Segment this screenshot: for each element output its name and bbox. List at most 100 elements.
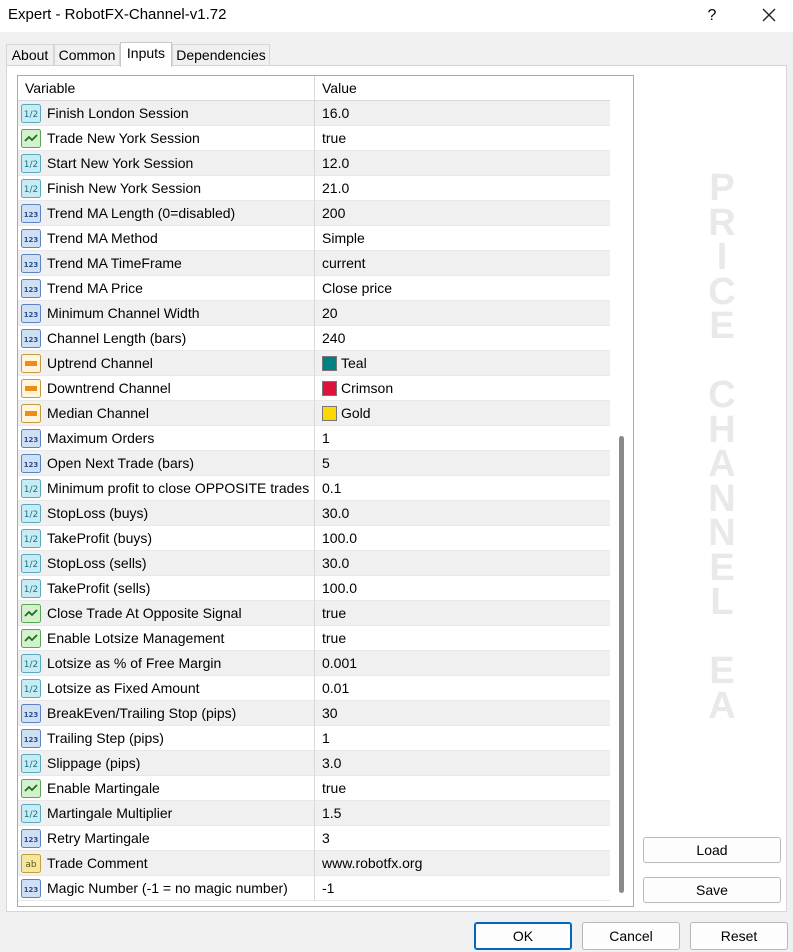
table-row[interactable]: 123 Trend MA Price Close price [18,276,610,301]
variable-value[interactable]: 1 [322,426,330,451]
cancel-button[interactable]: Cancel [582,922,680,950]
variable-name: TakeProfit (sells) [47,580,151,596]
grid-header: Variable Value [18,76,610,101]
variable-name: TakeProfit (buys) [47,530,153,546]
table-row[interactable]: 1/2 Lotsize as % of Free Margin 0.001 [18,651,610,676]
variable-value[interactable]: 0.001 [322,651,357,676]
table-row[interactable]: 1/2 TakeProfit (sells) 100.0 [18,576,610,601]
variable-name: StopLoss (sells) [47,555,147,571]
integer-type-icon: 123 [21,329,41,348]
table-row[interactable]: 1/2 Start New York Session 12.0 [18,151,610,176]
table-row[interactable]: 1/2 StopLoss (sells) 30.0 [18,551,610,576]
variable-value[interactable]: 3 [322,826,330,851]
variable-value[interactable]: 0.01 [322,676,349,701]
integer-type-icon: 123 [21,454,41,473]
variable-value[interactable]: Close price [322,276,392,301]
variable-value[interactable]: true [322,601,346,626]
variable-value[interactable]: 1.5 [322,801,341,826]
tab-dependencies[interactable]: Dependencies [172,44,270,66]
variable-value[interactable]: Gold [341,401,371,426]
variable-value[interactable]: Crimson [341,376,393,401]
integer-type-icon: 123 [21,304,41,323]
table-row[interactable]: 123 Trend MA Method Simple [18,226,610,251]
close-button[interactable] [756,4,782,28]
column-header-value[interactable]: Value [315,76,610,101]
variable-value[interactable]: 240 [322,326,345,351]
table-row[interactable]: 1/2 Finish New York Session 21.0 [18,176,610,201]
table-row[interactable]: Close Trade At Opposite Signal true [18,601,610,626]
table-row[interactable]: 123 BreakEven/Trailing Stop (pips) 30 [18,701,610,726]
svg-text:123: 123 [24,711,39,719]
variable-value[interactable]: -1 [322,876,334,901]
table-row[interactable]: 1/2 Slippage (pips) 3.0 [18,751,610,776]
vertical-scrollbar[interactable] [612,76,633,906]
table-row[interactable]: Enable Martingale true [18,776,610,801]
double-type-icon: 1/2 [21,154,41,173]
table-row[interactable]: 123 Minimum Channel Width 20 [18,301,610,326]
table-row[interactable]: Uptrend Channel Teal [18,351,610,376]
boolean-type-icon [21,129,41,148]
column-divider [314,101,315,126]
table-row[interactable]: Trade New York Session true [18,126,610,151]
table-row[interactable]: 123 Channel Length (bars) 240 [18,326,610,351]
table-row[interactable]: 1/2 Minimum profit to close OPPOSITE trad… [18,476,610,501]
variable-value[interactable]: 30.0 [322,551,349,576]
variable-value[interactable]: 16.0 [322,101,349,126]
variable-value[interactable]: current [322,251,366,276]
variable-value[interactable]: Simple [322,226,365,251]
table-row[interactable]: 123 Maximum Orders 1 [18,426,610,451]
table-row[interactable]: 1/2 StopLoss (buys) 30.0 [18,501,610,526]
integer-type-icon: 123 [21,229,41,248]
variable-value[interactable]: 0.1 [322,476,341,501]
ok-button[interactable]: OK [474,922,572,950]
variable-value[interactable]: true [322,776,346,801]
table-row[interactable]: Median Channel Gold [18,401,610,426]
table-row[interactable]: 1/2 Lotsize as Fixed Amount 0.01 [18,676,610,701]
column-header-variable[interactable]: Variable [18,76,315,101]
tab-inputs[interactable]: Inputs [120,42,172,67]
scrollbar-thumb[interactable] [619,436,624,893]
variable-value[interactable]: true [322,626,346,651]
variable-value[interactable]: true [322,126,346,151]
save-button[interactable]: Save [643,877,781,903]
table-row[interactable]: 1/2 Finish London Session 16.0 [18,101,610,126]
tab-common[interactable]: Common [54,44,120,66]
variable-value[interactable]: 12.0 [322,151,349,176]
variable-value[interactable]: 30.0 [322,501,349,526]
table-row[interactable]: Enable Lotsize Management true [18,626,610,651]
reset-button[interactable]: Reset [690,922,788,950]
column-divider [314,376,315,401]
variable-value[interactable]: 200 [322,201,345,226]
variable-value[interactable]: 5 [322,451,330,476]
variable-value[interactable]: 3.0 [322,751,341,776]
color-swatch[interactable] [322,406,337,421]
table-row[interactable]: 123 Magic Number (-1 = no magic number) -1 [18,876,610,901]
variable-value[interactable]: 30 [322,701,338,726]
variable-value[interactable]: 100.0 [322,576,357,601]
column-divider [314,626,315,651]
table-row[interactable]: Downtrend Channel Crimson [18,376,610,401]
load-button[interactable]: Load [643,837,781,863]
tab-about[interactable]: About [6,44,54,66]
table-row[interactable]: 1/2 TakeProfit (buys) 100.0 [18,526,610,551]
variable-value[interactable]: 1 [322,726,330,751]
double-type-icon: 1/2 [21,479,41,498]
table-row[interactable]: 123 Trailing Step (pips) 1 [18,726,610,751]
table-row[interactable]: ab Trade Comment www.robotfx.org [18,851,610,876]
help-button[interactable]: ? [700,4,724,28]
table-row[interactable]: 123 Open Next Trade (bars) 5 [18,451,610,476]
variable-value[interactable]: Teal [341,351,367,376]
variable-name: Finish London Session [47,105,189,121]
table-row[interactable]: 123 Trend MA Length (0=disabled) 200 [18,201,610,226]
table-row[interactable]: 1/2 Martingale Multiplier 1.5 [18,801,610,826]
variable-value[interactable]: 100.0 [322,526,357,551]
variable-value[interactable]: www.robotfx.org [322,851,422,876]
variable-value[interactable]: 20 [322,301,338,326]
variable-value[interactable]: 21.0 [322,176,349,201]
color-swatch[interactable] [322,381,337,396]
column-divider [314,401,315,426]
column-divider [314,501,315,526]
color-swatch[interactable] [322,356,337,371]
table-row[interactable]: 123 Retry Martingale 3 [18,826,610,851]
table-row[interactable]: 123 Trend MA TimeFrame current [18,251,610,276]
